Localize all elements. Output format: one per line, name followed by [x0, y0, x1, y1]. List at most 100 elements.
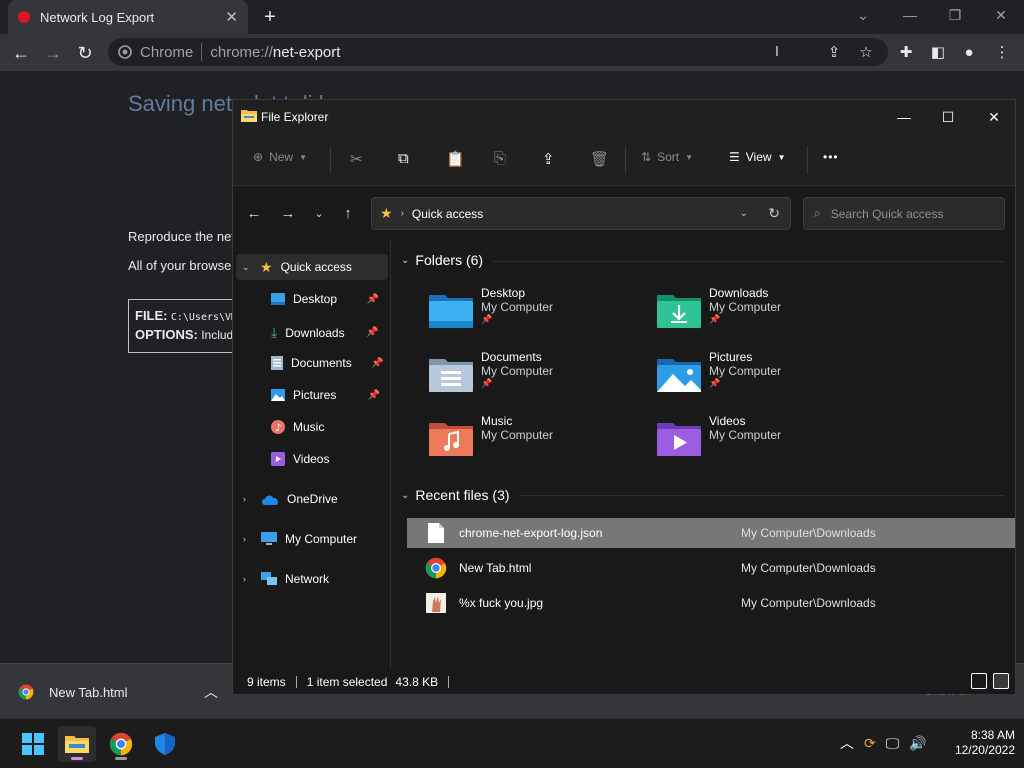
chevron-down-icon: ▼: [299, 152, 307, 162]
nav-item-documents[interactable]: Documents 📌: [271, 356, 384, 370]
nav-label: Desktop: [293, 292, 338, 306]
explorer-titlebar[interactable]: File Explorer — ☐ ✕: [233, 100, 1015, 134]
clock[interactable]: 8:38 AM 12/20/2022: [945, 728, 1015, 758]
pin-icon[interactable]: 📌: [368, 390, 380, 401]
reload-button[interactable]: ↻: [72, 40, 98, 66]
bookmark-star-icon[interactable]: ☆: [855, 42, 877, 64]
menu-kebab-icon[interactable]: ⋮: [991, 42, 1013, 64]
refresh-icon[interactable]: ↻: [768, 205, 780, 222]
close-window-button[interactable]: ✕: [986, 4, 1016, 26]
chevron-down-icon[interactable]: ⌄: [242, 262, 252, 273]
pin-icon[interactable]: 📌: [366, 327, 378, 338]
folders-section-header[interactable]: ⌄ Folders (6): [401, 252, 483, 268]
volume-icon[interactable]: 🔊: [909, 735, 926, 752]
download-item[interactable]: New Tab.html: [18, 684, 128, 700]
nav-item-my-computer[interactable]: › My Computer: [243, 532, 357, 546]
tiles-view-icon[interactable]: [993, 673, 1009, 689]
nav-item-music[interactable]: ♪ Music: [271, 420, 324, 434]
share-button[interactable]: ⇪: [542, 150, 555, 168]
nav-item-downloads[interactable]: ⤓ Downloads 📌: [271, 324, 379, 341]
recent-file-row[interactable]: %x fuck you.jpg My Computer\Downloads: [407, 588, 1015, 618]
folder-tile-documents[interactable]: Documents My Computer 📌: [429, 350, 649, 410]
folder-tile-downloads[interactable]: Downloads My Computer 📌: [657, 286, 877, 346]
close-tab-icon[interactable]: ✕: [225, 8, 238, 26]
share-icon[interactable]: ⇪: [823, 42, 845, 64]
folder-tile-music[interactable]: Music My Computer: [429, 414, 649, 474]
pin-icon[interactable]: 📌: [367, 294, 379, 305]
computer-icon: [261, 532, 277, 545]
close-button[interactable]: ✕: [971, 105, 1017, 129]
nav-label: Downloads: [285, 325, 345, 340]
update-icon[interactable]: ⟳: [864, 735, 876, 752]
folder-location: My Computer: [709, 300, 782, 314]
divider: [519, 495, 1005, 496]
nav-item-onedrive[interactable]: › OneDrive: [243, 492, 338, 506]
new-button[interactable]: ⊕ New ▼: [253, 150, 307, 164]
back-button[interactable]: ←: [8, 40, 34, 66]
extensions-icon[interactable]: ✚: [895, 42, 917, 64]
paste-button[interactable]: 📋: [446, 150, 465, 168]
folder-tile-pictures[interactable]: Pictures My Computer 📌: [657, 350, 877, 410]
browser-tab[interactable]: Network Log Export ✕: [8, 0, 248, 34]
recent-locations-button[interactable]: ⌄: [308, 204, 330, 224]
taskbar-security[interactable]: [146, 726, 184, 762]
forward-button[interactable]: →: [40, 40, 66, 66]
nav-item-videos[interactable]: Videos: [271, 452, 329, 466]
cut-button[interactable]: ✂: [350, 150, 363, 168]
side-panel-icon[interactable]: ◧: [927, 42, 949, 64]
chevron-right-icon[interactable]: ›: [243, 574, 253, 584]
recent-file-row[interactable]: chrome-net-export-log.json My Computer\D…: [407, 518, 1015, 548]
up-button[interactable]: ↑: [337, 204, 359, 224]
scissors-icon: ✂: [350, 151, 363, 168]
status-bar: 9 items 1 item selected 43.8 KB: [233, 670, 1015, 694]
star-icon: ★: [260, 258, 273, 275]
delete-button[interactable]: 🗑: [590, 150, 609, 168]
folder-tile-desktop[interactable]: Desktop My Computer 📌: [429, 286, 649, 346]
details-view-icon[interactable]: [971, 673, 987, 689]
taskbar-chrome[interactable]: [102, 726, 140, 762]
nav-item-pictures[interactable]: Pictures 📌: [271, 388, 380, 402]
search-placeholder: Search Quick access: [830, 206, 944, 221]
shield-icon: [155, 733, 175, 755]
pin-icon[interactable]: 📌: [371, 358, 383, 369]
new-tab-button[interactable]: +: [258, 5, 282, 29]
recent-file-row[interactable]: New Tab.html My Computer\Downloads: [407, 553, 1015, 583]
chevron-down-icon[interactable]: ⌄: [740, 208, 748, 219]
maximize-button[interactable]: ☐: [925, 105, 971, 129]
view-list-icon: ☰: [729, 150, 740, 164]
folder-tile-videos[interactable]: Videos My Computer: [657, 414, 877, 474]
tab-search-chevron-icon[interactable]: ⌄: [848, 4, 878, 26]
chevron-right-icon[interactable]: ›: [243, 534, 253, 544]
network-icon[interactable]: 🖵: [886, 735, 900, 752]
search-input[interactable]: ⌕ Search Quick access: [803, 197, 1005, 230]
profile-icon[interactable]: ●: [958, 42, 980, 64]
recent-files-section-header[interactable]: ⌄ Recent files (3): [401, 487, 510, 503]
browser-toolbar: ← → ↻ Chrome chrome:// net-export I ⇪ ☆ …: [0, 34, 1024, 71]
chevron-down-icon: ⌄: [401, 489, 410, 501]
taskbar-file-explorer[interactable]: [58, 726, 96, 762]
active-indicator: [71, 757, 83, 760]
rename-icon: ⎘: [494, 150, 507, 167]
address-bar[interactable]: ★ › Quick access ⌄ ↻: [371, 197, 791, 230]
nav-item-desktop[interactable]: Desktop 📌: [271, 292, 379, 306]
chevron-right-icon[interactable]: ›: [243, 494, 253, 504]
folder-icon: [241, 110, 257, 122]
music-folder-icon: [429, 423, 473, 456]
divider: [625, 146, 626, 174]
nav-item-quick-access[interactable]: ⌄ ★ Quick access: [236, 254, 388, 280]
start-button[interactable]: [14, 726, 52, 762]
minimize-button[interactable]: —: [881, 105, 927, 129]
rename-button[interactable]: ⎘: [494, 150, 506, 167]
view-button[interactable]: ☰ View ▼: [729, 150, 785, 164]
sort-button[interactable]: ⇅ Sort ▼: [641, 150, 693, 164]
chevron-up-icon[interactable]: ︿: [840, 733, 854, 753]
back-button[interactable]: ←: [243, 204, 265, 224]
minimize-button[interactable]: —: [895, 4, 925, 26]
more-options-button[interactable]: •••: [823, 150, 839, 164]
nav-item-network[interactable]: › Network: [243, 572, 329, 586]
restore-button[interactable]: ❐: [940, 4, 970, 26]
chevron-up-icon[interactable]: ︿: [204, 682, 218, 702]
forward-button[interactable]: →: [277, 204, 299, 224]
nav-label: Pictures: [293, 388, 337, 402]
copy-button[interactable]: ⧉: [398, 150, 409, 167]
